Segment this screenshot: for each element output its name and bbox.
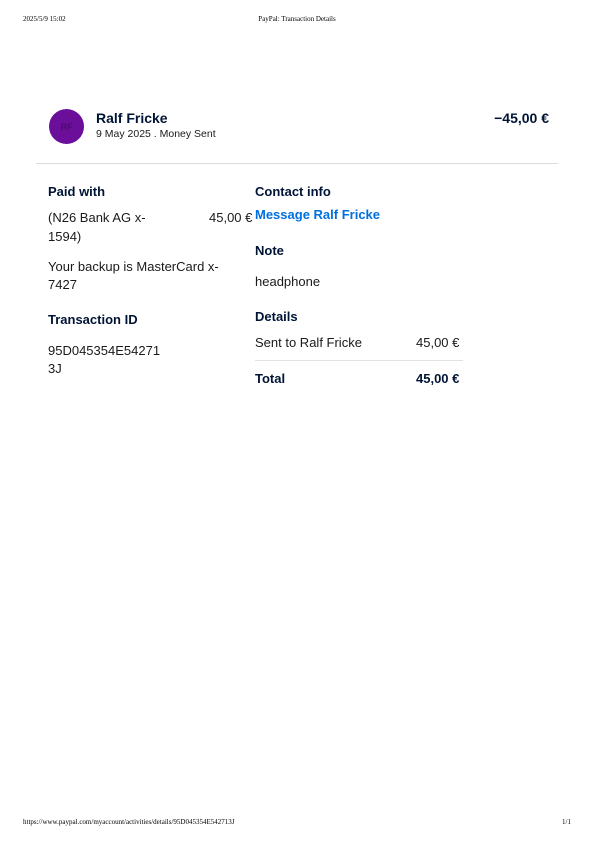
counterparty-name: Ralf Fricke [96,110,168,126]
total-amount: 45,00 € [416,371,460,386]
sent-to-label: Sent to Ralf Fricke [255,335,362,350]
transaction-id-heading: Transaction ID [48,312,138,327]
transaction-id-line2: 3J [48,361,62,376]
funding-source-amount: 45,00 € [209,210,253,225]
contact-info-heading: Contact info [255,184,331,199]
details-heading: Details [255,309,298,324]
total-label: Total [255,371,286,386]
backup-source-line2: 7427 [48,277,77,292]
print-title: PayPal: Transaction Details [258,15,336,23]
details-divider [255,360,463,361]
header-divider [36,163,558,164]
message-contact-link[interactable]: Message Ralf Fricke [255,207,380,222]
print-url: https://www.paypal.com/myaccount/activit… [23,818,235,826]
paid-with-heading: Paid with [48,184,106,199]
backup-source-line1: Your backup is MasterCard x- [48,259,219,274]
avatar-initials: RF [60,121,73,132]
funding-source-line2: 1594) [48,229,82,244]
note-heading: Note [255,243,284,258]
transaction-subline: 9 May 2025 . Money Sent [96,128,216,140]
transaction-id-line1: 95D045354E54271 [48,343,161,358]
transaction-amount: −45,00 € [494,110,549,126]
funding-source-line1: (N26 Bank AG x- [48,210,146,225]
sent-to-amount: 45,00 € [416,335,460,350]
page-number: 1/1 [562,818,571,826]
note-text: headphone [255,274,321,289]
avatar: RF [49,109,84,144]
